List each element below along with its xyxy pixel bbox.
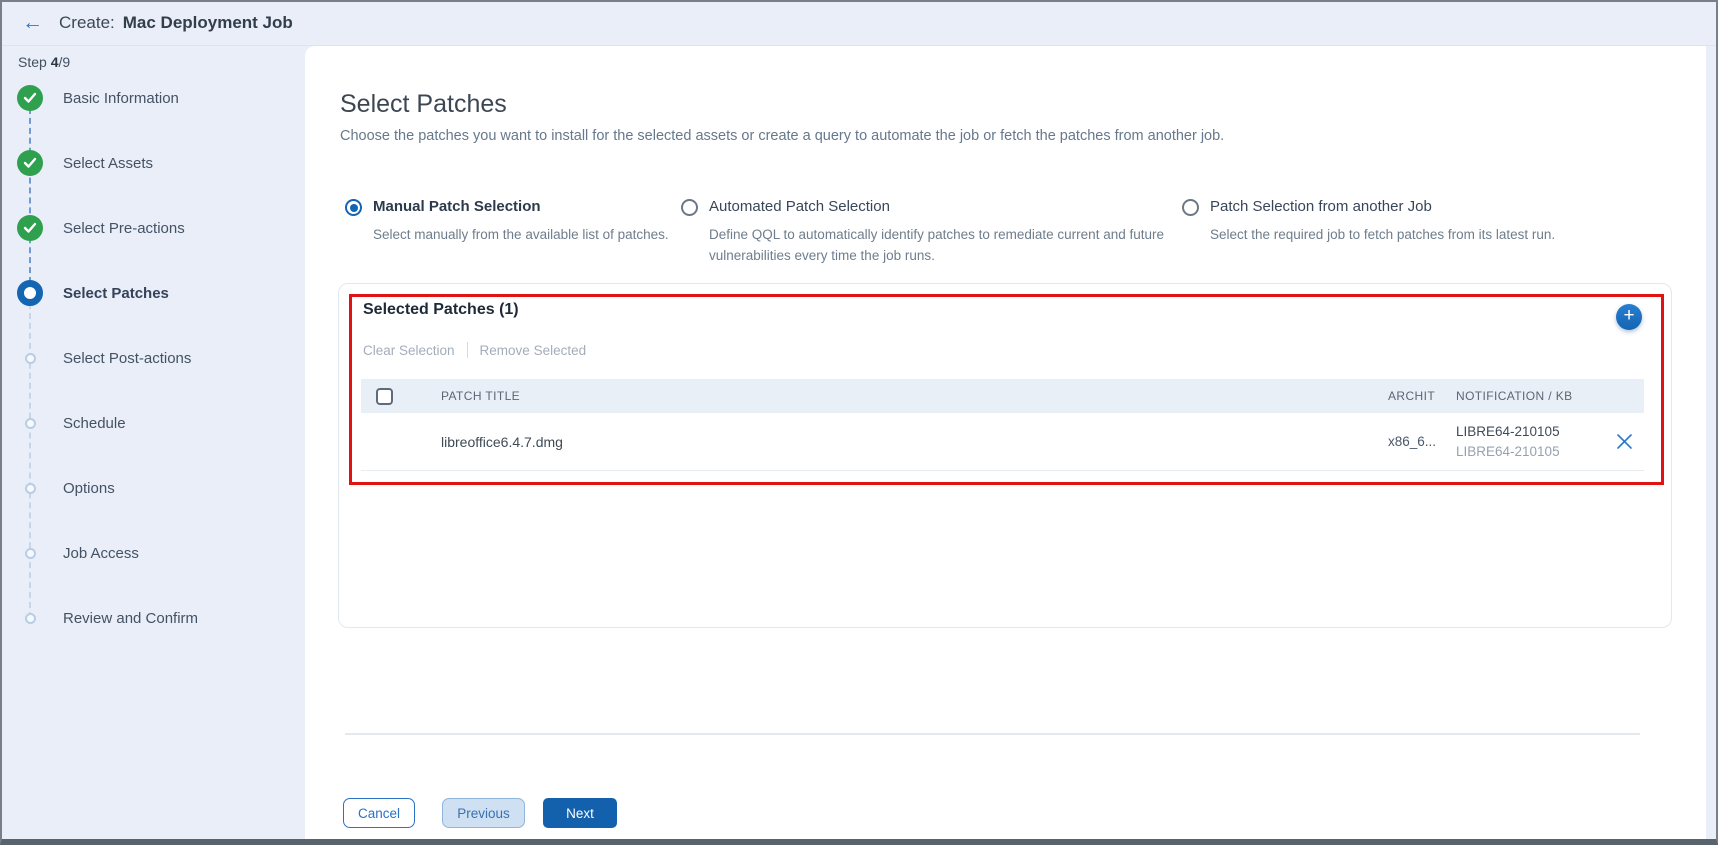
card-actions: Clear Selection Remove Selected	[363, 342, 586, 358]
remove-row-icon[interactable]	[1616, 433, 1633, 450]
pending-step-icon	[17, 475, 43, 501]
clear-selection-link[interactable]: Clear Selection	[363, 343, 455, 358]
sidebar-step-select-post-actions[interactable]: Select Post-actions	[17, 345, 191, 371]
step-indicator: Step 4/9	[18, 54, 71, 70]
pending-step-icon	[17, 540, 43, 566]
step-label: Review and Confirm	[63, 609, 199, 627]
previous-button[interactable]: Previous	[442, 798, 525, 828]
pending-step-icon	[17, 345, 43, 371]
step-label: Select Pre-actions	[63, 219, 185, 237]
option-description: Define QQL to automatically identify pat…	[709, 227, 1164, 263]
sidebar-step-select-pre-actions[interactable]: Select Pre-actions	[17, 215, 185, 241]
radio-manual-patch-selection[interactable]	[345, 199, 362, 216]
column-header-architecture: ARCHIT	[1388, 389, 1436, 403]
kb-value-primary: LIBRE64-210105	[1456, 423, 1560, 439]
check-circle-icon	[17, 215, 43, 241]
sidebar-step-schedule[interactable]: Schedule	[17, 410, 126, 436]
step-label: Job Access	[63, 544, 139, 562]
option-manual-patch-selection: Manual Patch Selection Select manually f…	[345, 198, 675, 245]
pending-step-icon	[17, 410, 43, 436]
main-content: Select Patches Choose the patches you wa…	[305, 46, 1706, 839]
check-circle-icon	[17, 85, 43, 111]
page-title: Select Patches	[340, 90, 507, 118]
option-patch-selection-from-job: Patch Selection from another Job Select …	[1182, 198, 1662, 245]
radio-patch-selection-from-job[interactable]	[1182, 199, 1199, 216]
step-label: Options	[63, 479, 115, 497]
action-divider	[466, 342, 468, 358]
sidebar-step-review-and-confirm[interactable]: Review and Confirm	[17, 605, 198, 631]
selected-patches-card: Selected Patches (1) + Clear Selection R…	[338, 283, 1672, 628]
option-label[interactable]: Automated Patch Selection	[709, 198, 1181, 215]
sidebar-step-select-patches[interactable]: Select Patches	[17, 280, 169, 306]
table-header-row: PATCH TITLE ARCHIT NOTIFICATION / KB	[361, 379, 1644, 413]
step-connector-done	[29, 98, 31, 293]
select-all-checkbox[interactable]	[376, 387, 393, 405]
sidebar-step-options[interactable]: Options	[17, 475, 115, 501]
current-step-icon	[17, 280, 43, 306]
add-patch-button[interactable]: +	[1616, 304, 1642, 330]
table-row[interactable]: libreoffice6.4.7.dmg x86_6... LIBRE64-21…	[361, 413, 1644, 471]
footer-divider	[345, 733, 1640, 735]
cancel-button[interactable]: Cancel	[343, 798, 415, 828]
sidebar-step-select-assets[interactable]: Select Assets	[17, 150, 153, 176]
remove-selected-link[interactable]: Remove Selected	[480, 343, 587, 358]
sidebar-step-job-access[interactable]: Job Access	[17, 540, 139, 566]
back-arrow-icon[interactable]: ←	[22, 12, 43, 33]
step-connector-todo	[29, 293, 31, 618]
column-header-notification-kb: NOTIFICATION / KB	[1456, 389, 1573, 403]
patch-table: PATCH TITLE ARCHIT NOTIFICATION / KB lib…	[361, 379, 1644, 471]
check-circle-icon	[17, 150, 43, 176]
option-label[interactable]: Patch Selection from another Job	[1210, 198, 1662, 215]
option-automated-patch-selection: Automated Patch Selection Define QQL to …	[681, 198, 1181, 266]
notification-kb-cell: LIBRE64-210105 LIBRE64-210105	[1456, 422, 1604, 462]
option-description: Select manually from the available list …	[373, 227, 669, 242]
column-header-patch-title: PATCH TITLE	[441, 389, 521, 403]
step-label: Schedule	[63, 414, 126, 432]
kb-value-secondary: LIBRE64-210105	[1456, 443, 1560, 459]
step-label: Basic Information	[63, 89, 179, 107]
create-label: Create:	[59, 12, 115, 32]
next-button[interactable]: Next	[543, 798, 617, 828]
option-description: Select the required job to fetch patches…	[1210, 227, 1556, 242]
step-label: Select Post-actions	[63, 349, 192, 367]
architecture-cell: x86_6...	[1388, 434, 1437, 449]
option-label[interactable]: Manual Patch Selection	[373, 198, 675, 215]
wizard-sidebar: Step 4/9 Basic Information Select Assets…	[0, 46, 305, 839]
job-title: Mac Deployment Job	[122, 12, 293, 32]
sidebar-step-basic-information[interactable]: Basic Information	[17, 85, 179, 111]
step-label: Select Patches	[63, 284, 169, 302]
selected-patches-title: Selected Patches (1)	[363, 301, 519, 318]
patch-title-cell: libreoffice6.4.7.dmg	[441, 433, 563, 450]
plus-icon: +	[1623, 305, 1635, 326]
page-header: ← Create: Mac Deployment Job	[0, 0, 1718, 46]
radio-automated-patch-selection[interactable]	[681, 199, 698, 216]
page-subtitle: Choose the patches you want to install f…	[340, 128, 1225, 144]
pending-step-icon	[17, 605, 43, 631]
step-label: Select Assets	[63, 154, 154, 172]
